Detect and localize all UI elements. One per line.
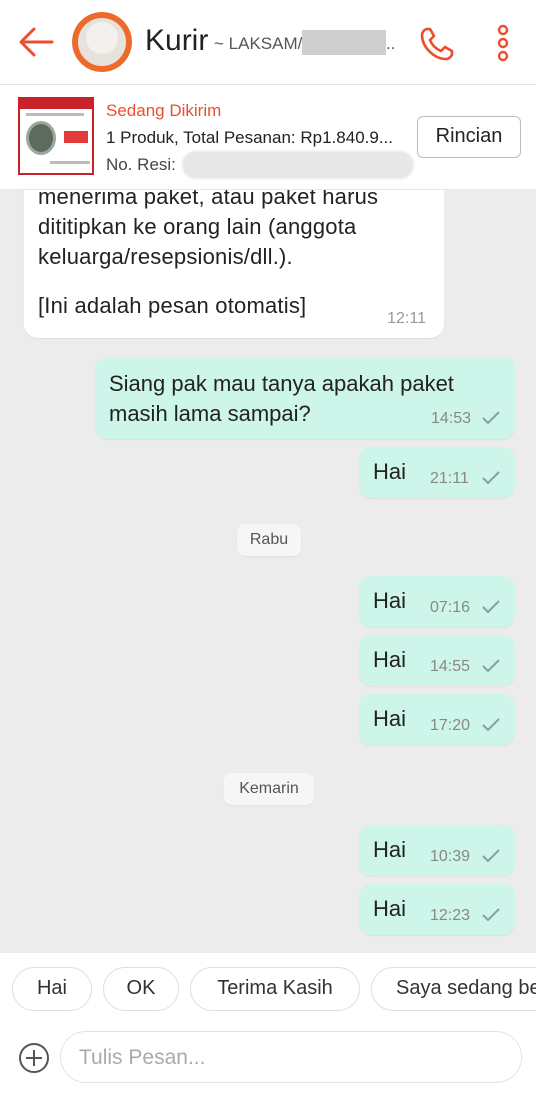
sent-check-icon: [482, 718, 500, 732]
sent-check-icon: [482, 471, 500, 485]
message-time: 17:20: [430, 717, 471, 734]
outgoing-message: Siang pak mau tanya apakah paket masih l…: [95, 357, 515, 439]
message-time: 14:53: [431, 410, 472, 427]
quick-reply-chip[interactable]: Hai: [12, 967, 92, 1011]
sent-check-icon: [482, 908, 500, 922]
quick-reply-chip[interactable]: Saya sedang be: [371, 967, 536, 1011]
message-line: keluarga/resepsionis/dll.).: [38, 244, 293, 269]
avatar-ring: [72, 12, 132, 72]
product-thumbnail[interactable]: [18, 97, 94, 175]
quick-reply-chip[interactable]: Terima Kasih: [190, 967, 360, 1011]
message-line: [Ini adalah pesan otomatis]: [38, 293, 307, 318]
thumbnail-band: [20, 99, 92, 109]
order-summary: 1 Produk, Total Pesanan: Rp1.840.9...: [106, 128, 393, 147]
phone-icon[interactable]: [417, 24, 457, 64]
date-separator: Rabu: [237, 524, 301, 556]
outgoing-message: Hai 12:23: [359, 884, 515, 935]
message-text: Hai: [373, 896, 407, 921]
contact-name: Kurir: [145, 24, 209, 57]
date-separator: Kemarin: [224, 773, 314, 805]
message-line: Siang pak mau tanya apakah paket: [109, 371, 454, 396]
quick-replies: Hai OK Terima Kasih Saya sedang be: [0, 953, 536, 1025]
message-time: 21:11: [430, 470, 469, 487]
redacted-tracking-number: [182, 151, 414, 179]
contact-subtitle: ~ LAKSAM/: [214, 34, 303, 53]
sent-check-icon: [482, 659, 500, 673]
order-details-button[interactable]: Rincian: [417, 116, 521, 158]
message-time: 10:39: [430, 848, 471, 865]
outgoing-message: Hai 17:20: [359, 694, 515, 745]
quick-reply-chip[interactable]: OK: [103, 967, 179, 1011]
sent-check-icon: [482, 849, 500, 863]
back-arrow-icon[interactable]: [16, 22, 56, 62]
message-input-bar: [0, 1025, 536, 1096]
message-line: masih lama sampai?: [109, 401, 311, 426]
thumbnail-price-tag: [64, 131, 88, 143]
message-text: Hai: [373, 647, 407, 672]
message-input[interactable]: [77, 1040, 501, 1076]
tracking-label: No. Resi:: [106, 155, 176, 174]
order-status: Sedang Dikirim: [106, 101, 222, 120]
message-line: dititipkan ke orang lain (anggota: [38, 214, 357, 239]
outgoing-message: Hai 10:39: [359, 825, 515, 876]
message-text: Hai: [373, 837, 407, 862]
outgoing-message: Hai 21:11: [359, 447, 515, 498]
redacted-name-block: [302, 30, 386, 55]
message-time: 07:16: [430, 599, 471, 616]
message-time: 12:11: [387, 310, 426, 327]
thumbnail-text-line: [50, 161, 90, 164]
chat-header: Kurir ~ LAKSAM/ ..: [0, 0, 536, 85]
chat-messages[interactable]: menerima paket, atau paket harus dititip…: [0, 190, 536, 952]
outgoing-message: Hai 14:55: [359, 635, 515, 686]
message-text: Hai: [373, 588, 407, 613]
message-field[interactable]: [60, 1031, 522, 1083]
message-text: Hai: [373, 706, 407, 731]
sent-check-icon: [482, 600, 500, 614]
message-text: Hai: [373, 459, 407, 484]
sent-check-icon: [482, 411, 500, 425]
avatar[interactable]: [72, 12, 132, 72]
incoming-message: menerima paket, atau paket harus dititip…: [24, 190, 444, 338]
add-attachment-icon[interactable]: [18, 1042, 50, 1074]
thumbnail-text-line: [26, 113, 84, 116]
outgoing-message: Hai 07:16: [359, 576, 515, 627]
subtitle-ellipsis: ..: [386, 34, 396, 53]
message-line: menerima paket, atau paket harus: [38, 190, 379, 209]
watch-image: [26, 121, 56, 155]
more-vertical-icon[interactable]: [494, 24, 512, 64]
message-time: 14:55: [430, 658, 471, 675]
message-time: 12:23: [430, 907, 471, 924]
